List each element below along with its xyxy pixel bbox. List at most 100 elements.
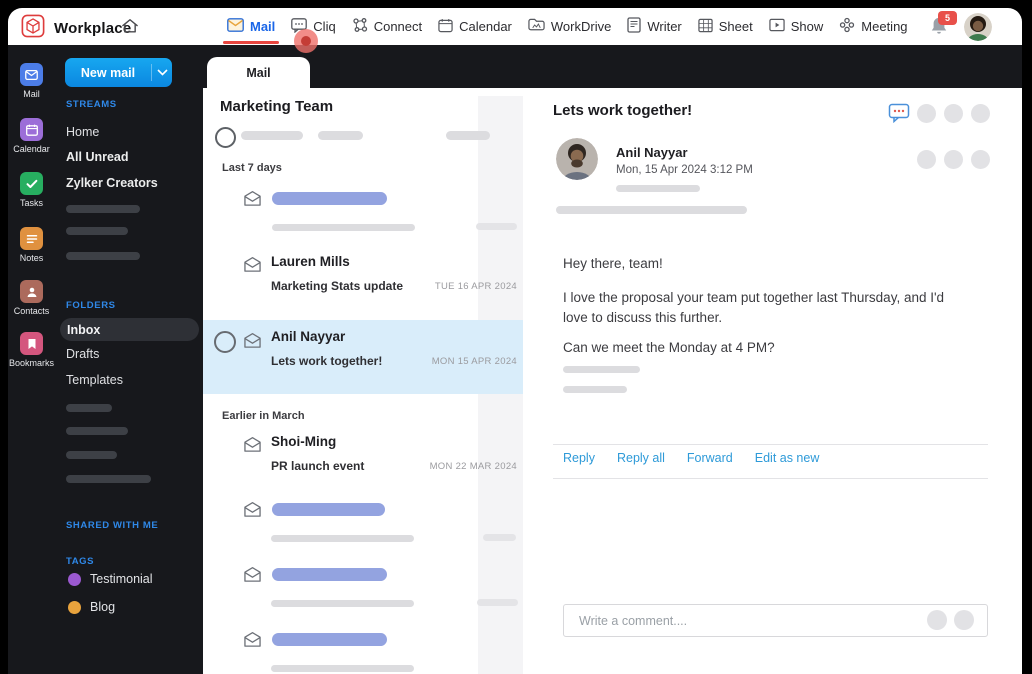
- envelope-icon: [243, 566, 262, 588]
- forward-button[interactable]: Forward: [687, 451, 733, 465]
- mail-sender: Shoi-Ming: [271, 434, 337, 449]
- mail-subject: Lets work together!: [271, 354, 383, 368]
- mail-app-icon: [20, 63, 43, 86]
- nav-calendar[interactable]: Calendar: [438, 18, 512, 36]
- mail-panel: Marketing Team Last 7 days Lauren Mills: [203, 88, 1022, 674]
- select-all-checkbox[interactable]: [215, 127, 236, 148]
- tag-color-dot: [68, 572, 81, 586]
- nav-meeting[interactable]: Meeting: [839, 17, 908, 36]
- zoho-logo-icon: [20, 13, 46, 44]
- mail-subject: Marketing Stats update: [271, 279, 404, 293]
- sidebar-item-inbox[interactable]: Inbox: [60, 318, 199, 341]
- rail-item-notes[interactable]: Notes: [8, 227, 55, 263]
- sidebar-item-all-unread[interactable]: All Unread: [66, 150, 129, 164]
- calendar-icon: [438, 18, 453, 36]
- tag-color-dot: [68, 600, 81, 614]
- app-body: Mail Calendar Tasks Notes Contacts Bookm…: [8, 45, 1022, 674]
- rail-item-mail[interactable]: Mail: [8, 63, 55, 99]
- tag-testimonial[interactable]: Testimonial: [68, 572, 153, 586]
- chevron-down-icon[interactable]: [151, 64, 172, 81]
- action-button-placeholder[interactable]: [971, 104, 990, 123]
- skeleton-bar: [66, 427, 128, 435]
- skeleton-bar: [272, 224, 415, 231]
- app-rail: Mail Calendar Tasks Notes Contacts Bookm…: [8, 45, 55, 674]
- edit-as-new-button[interactable]: Edit as new: [755, 451, 820, 465]
- nav-connect[interactable]: Connect: [352, 17, 422, 36]
- skeleton-bar: [66, 252, 140, 260]
- comment-action-placeholder[interactable]: [927, 610, 947, 630]
- tag-blog[interactable]: Blog: [68, 600, 115, 614]
- notes-app-icon: [20, 227, 43, 250]
- action-button-placeholder[interactable]: [917, 150, 936, 169]
- mail-list: Marketing Team Last 7 days Lauren Mills: [203, 88, 523, 674]
- nav-writer[interactable]: Writer: [627, 17, 682, 36]
- row-checkbox[interactable]: [214, 331, 236, 353]
- writer-document-icon: [627, 17, 641, 36]
- divider: [553, 478, 988, 479]
- skeleton-bar: [66, 404, 112, 412]
- rail-item-calendar[interactable]: Calendar: [8, 118, 55, 154]
- nav-label: Writer: [647, 19, 682, 34]
- nav-label: WorkDrive: [550, 19, 612, 34]
- nav-workdrive[interactable]: WorkDrive: [528, 18, 611, 35]
- nav-label: Show: [790, 19, 824, 34]
- skeleton-bar: [318, 131, 363, 140]
- active-tab-underline: [223, 41, 280, 44]
- tag-label: Testimonial: [90, 572, 153, 586]
- rail-item-contacts[interactable]: Contacts: [8, 280, 55, 316]
- action-button-placeholder[interactable]: [944, 150, 963, 169]
- skeleton-bar: [556, 206, 747, 214]
- meeting-icon: [839, 17, 855, 36]
- notifications-button[interactable]: 5: [930, 10, 957, 38]
- sidebar-item-templates[interactable]: Templates: [66, 373, 123, 387]
- bookmarks-app-icon: [20, 332, 43, 355]
- connect-network-icon: [352, 17, 368, 36]
- envelope-icon: [243, 501, 262, 523]
- comment-icon[interactable]: [888, 103, 910, 128]
- action-button-placeholder[interactable]: [917, 104, 936, 123]
- message-title: Lets work together!: [553, 102, 693, 119]
- rail-item-bookmarks[interactable]: Bookmarks: [8, 332, 55, 368]
- mail-icon: [227, 18, 244, 35]
- user-avatar[interactable]: [964, 12, 992, 41]
- folder-label: Inbox: [67, 322, 101, 337]
- rail-item-tasks[interactable]: Tasks: [8, 172, 55, 208]
- comment-box: [563, 604, 988, 637]
- new-mail-label: New mail: [80, 65, 136, 80]
- skeleton-bar: [563, 366, 640, 373]
- streams-section-label: STREAMS: [66, 99, 117, 110]
- new-mail-button[interactable]: New mail: [65, 58, 172, 87]
- skeleton-bar: [483, 534, 516, 541]
- skeleton-bar: [271, 600, 414, 607]
- tab-label: Mail: [246, 65, 271, 80]
- folders-section-label: FOLDERS: [66, 300, 116, 311]
- nav-show[interactable]: Show: [769, 18, 824, 35]
- nav-label: Sheet: [718, 19, 753, 34]
- sidebar-item-home[interactable]: Home: [66, 125, 99, 139]
- rail-label: Tasks: [19, 198, 43, 208]
- comment-input[interactable]: [577, 610, 871, 632]
- action-button-placeholder[interactable]: [971, 150, 990, 169]
- skeleton-bar: [446, 131, 490, 140]
- tab-mail[interactable]: Mail: [207, 57, 310, 88]
- brand[interactable]: Workplace: [20, 13, 131, 44]
- reply-button[interactable]: Reply: [563, 451, 595, 465]
- sidebar-item-drafts[interactable]: Drafts: [66, 347, 99, 361]
- home-icon[interactable]: [120, 16, 140, 41]
- mail-date: MON 15 APR 2024: [431, 356, 517, 367]
- notification-badge: 5: [938, 10, 957, 25]
- message-paragraph: Can we meet the Monday at 4 PM?: [563, 339, 775, 355]
- rail-label: Calendar: [13, 144, 50, 154]
- nav-mail[interactable]: Mail: [223, 18, 280, 44]
- reply-all-button[interactable]: Reply all: [617, 451, 665, 465]
- sidebar-item-zylker-creators[interactable]: Zylker Creators: [66, 176, 158, 190]
- mail-content: Mail Marketing Team Last 7 days Lauren M…: [203, 45, 1022, 674]
- action-button-placeholder[interactable]: [944, 104, 963, 123]
- comment-action-placeholder[interactable]: [954, 610, 974, 630]
- skeleton-bar: [272, 568, 387, 581]
- skeleton-bar: [616, 185, 700, 192]
- nav-sheet[interactable]: Sheet: [698, 18, 753, 36]
- skeleton-bar: [271, 535, 414, 542]
- mail-sidebar: New mail STREAMS Home All Unread Zylker …: [55, 45, 203, 674]
- envelope-icon: [243, 436, 262, 458]
